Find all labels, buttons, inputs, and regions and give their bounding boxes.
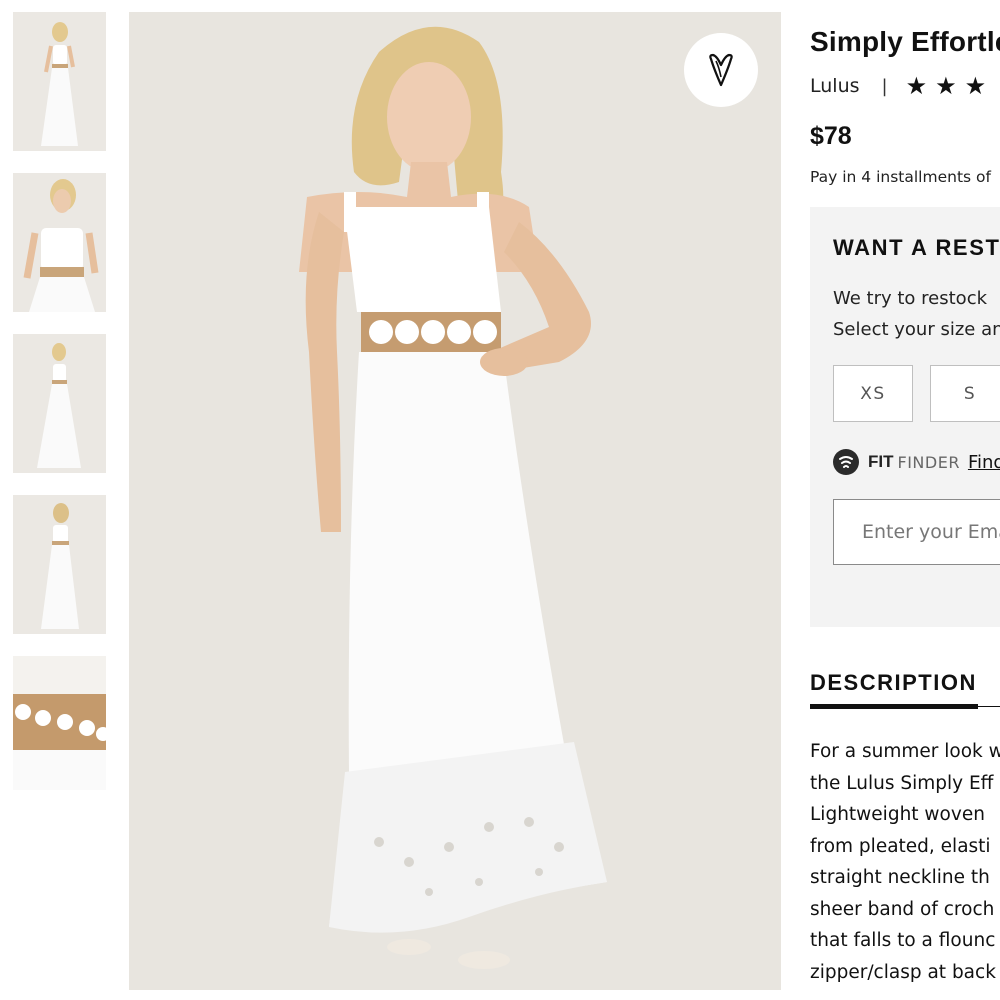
restock-message: We try to restock Select your size and — [833, 283, 1000, 345]
star-icon: ★ — [935, 72, 957, 100]
thumbnail-image — [13, 12, 106, 151]
brand-rating-row: Lulus | ★ ★ ★ — [810, 72, 986, 100]
thumbnail-front-full[interactable] — [13, 12, 106, 151]
thumbnail-detail[interactable] — [13, 656, 106, 790]
description-line: For a summer look w — [810, 741, 1000, 762]
size-option-s[interactable]: S — [930, 365, 1000, 422]
description-line: that falls to a flounc — [810, 930, 996, 951]
tab-divider — [978, 706, 1000, 707]
description-line: straight neckline th — [810, 867, 990, 888]
restock-line-2: Select your size and — [833, 319, 1000, 340]
star-rating[interactable]: ★ ★ ★ — [906, 72, 987, 100]
product-info-panel: Simply Effortless Lulus | ★ ★ ★ $78 Pay … — [810, 0, 1000, 1000]
thumbnail-image — [13, 334, 106, 473]
product-page: Simply Effortless Lulus | ★ ★ ★ $78 Pay … — [0, 0, 1000, 1000]
email-field[interactable] — [833, 499, 1000, 565]
description-line: sheer band of croch — [810, 898, 995, 920]
star-icon: ★ — [964, 72, 987, 100]
restock-panel: WANT A RESTOCK We try to restock Select … — [810, 207, 1000, 627]
installments-text: Pay in 4 installments of — [810, 168, 991, 186]
fit-finder-icon — [833, 449, 859, 475]
thumbnail-image — [13, 495, 106, 634]
tab-description[interactable]: DESCRIPTION — [810, 670, 977, 696]
description-line: the Lulus Simply Eff — [810, 772, 994, 794]
model-photo — [129, 12, 781, 990]
separator: | — [881, 75, 888, 97]
fit-finder-label-bold: FIT — [868, 452, 894, 471]
product-price: $78 — [810, 122, 852, 150]
restock-heading: WANT A RESTOCK — [833, 235, 1000, 260]
description-line: from pleated, elasti — [810, 835, 991, 857]
description-line: Lightweight woven — [810, 804, 985, 825]
size-option-xs[interactable]: XS — [833, 365, 913, 422]
heart-icon — [709, 53, 733, 87]
fit-finder-link[interactable]: Find — [968, 452, 1000, 473]
product-title: Simply Effortless — [810, 26, 1000, 57]
thumbnail-side[interactable] — [13, 334, 106, 473]
thumbnail-front-closeup[interactable] — [13, 173, 106, 312]
thumbnail-image — [13, 173, 106, 312]
wishlist-button[interactable] — [684, 33, 758, 107]
thumbnail-image — [13, 656, 106, 790]
star-icon: ★ — [905, 72, 928, 100]
brand-name[interactable]: Lulus — [810, 75, 860, 97]
description-line: zipper/clasp at back — [810, 961, 996, 983]
description-text: For a summer look w the Lulus Simply Eff… — [810, 736, 1000, 988]
main-product-image[interactable] — [129, 12, 781, 990]
fit-finder: FIT FINDER Find — [833, 449, 1000, 475]
restock-line-1: We try to restock — [833, 288, 988, 309]
tab-active-indicator — [810, 704, 978, 709]
fit-finder-label-light: FINDER — [897, 452, 960, 472]
thumbnail-back[interactable] — [13, 495, 106, 634]
